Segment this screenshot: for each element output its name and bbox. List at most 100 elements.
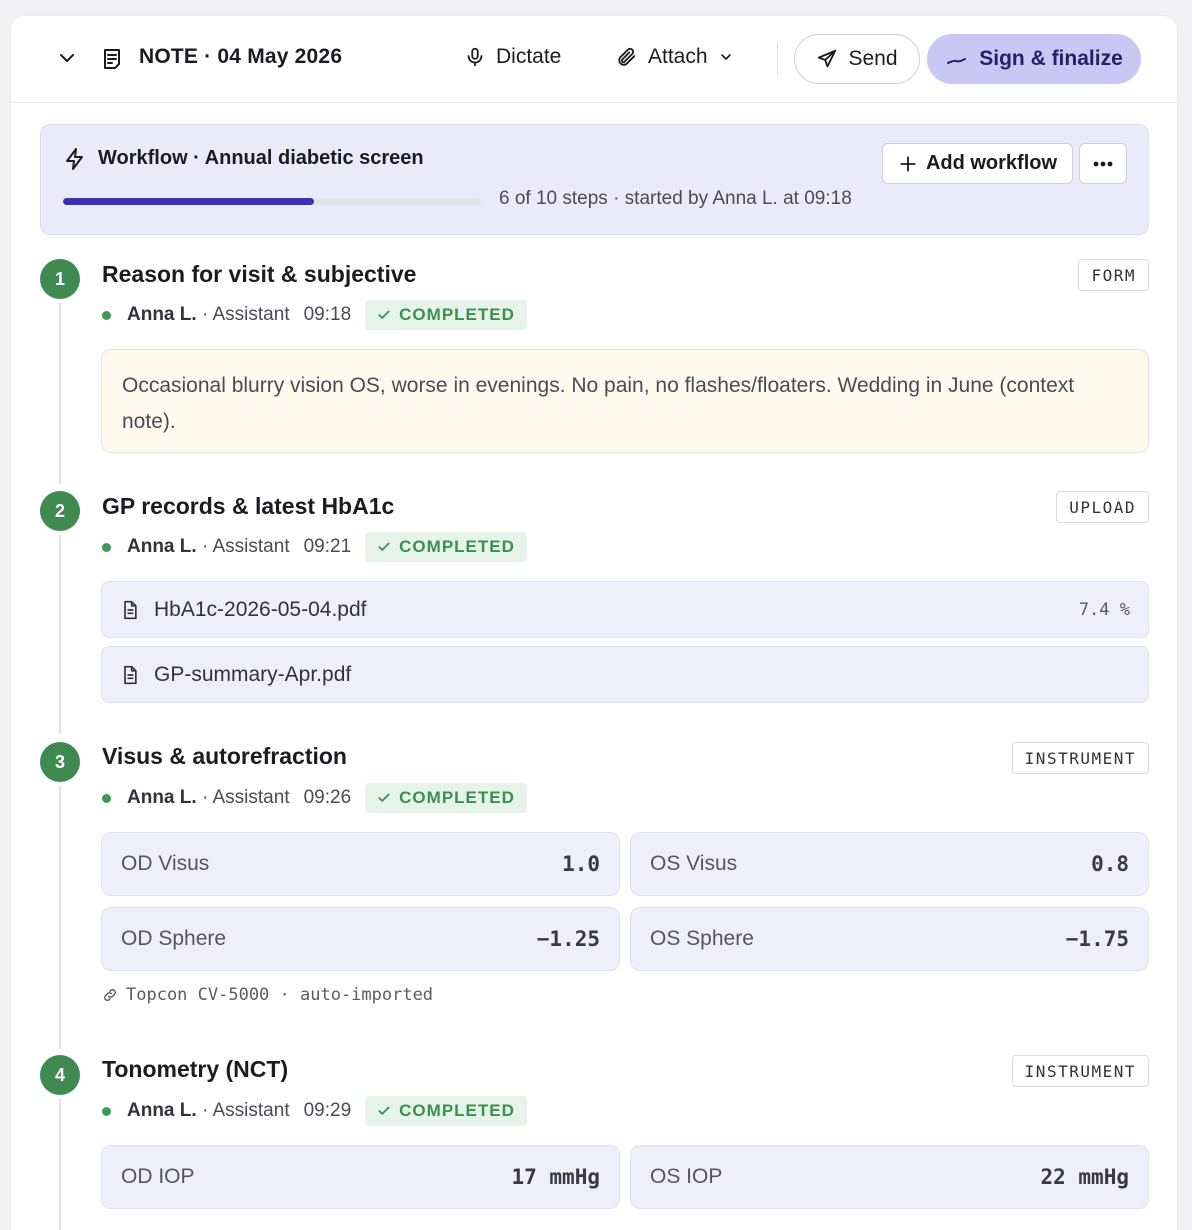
measurement-value: 0.8 — [1091, 852, 1129, 876]
timeline-connector — [59, 782, 61, 1049]
workflow-meta: 6 of 10 steps · started by Anna L. at 09… — [499, 188, 852, 209]
sign-finalize-button[interactable]: Sign & finalize — [927, 34, 1141, 84]
step-number: 1 — [40, 259, 80, 299]
signature-icon — [947, 58, 967, 64]
step-number: 2 — [40, 491, 80, 531]
file-name: HbA1c-2026-05-04.pdf — [154, 597, 367, 621]
measurement-label: OS Sphere — [650, 927, 754, 950]
step-author: Anna L. — [127, 536, 197, 557]
status-dot — [102, 542, 111, 552]
step-author: Anna L. — [127, 787, 197, 808]
link-icon — [104, 989, 116, 1001]
file-item[interactable]: GP-summary-Apr.pdf — [101, 646, 1149, 703]
chevron-down-icon — [720, 54, 731, 60]
step-title: Reason for visit & subjective — [102, 261, 417, 287]
more-options-button[interactable] — [1079, 143, 1127, 184]
step-title: Tonometry (NCT) — [102, 1056, 289, 1082]
status-dot — [102, 793, 111, 803]
send-button[interactable]: Send — [794, 34, 920, 84]
step-type-tag: FORM — [1078, 259, 1149, 291]
measurement-od-sphere[interactable]: OD Sphere −1.25 — [101, 907, 620, 971]
lightning-icon — [66, 148, 83, 170]
file-value: 7.4 % — [1078, 599, 1130, 620]
measurement-value: −1.75 — [1065, 927, 1129, 951]
document-icon — [124, 665, 137, 684]
add-workflow-button[interactable]: Add workflow — [882, 143, 1073, 184]
note-icon — [104, 49, 120, 69]
subjective-note[interactable]: Occasional blurry vision OS, worse in ev… — [101, 349, 1149, 453]
checkmark-icon — [378, 1106, 390, 1115]
status-badge: COMPLETED — [365, 1096, 527, 1126]
step-meta: Anna L. · Assistant 09:29 COMPLETED — [102, 1096, 527, 1126]
status-badge: COMPLETED — [365, 783, 527, 813]
file-item[interactable]: HbA1c-2026-05-04.pdf 7.4 % — [101, 581, 1149, 638]
timeline-connector — [59, 299, 61, 484]
timeline-connector — [59, 531, 61, 734]
add-workflow-label: Add workflow — [925, 152, 1058, 174]
step-role: · Assistant — [201, 536, 290, 557]
step-meta: Anna L. · Assistant 09:26 COMPLETED — [102, 783, 527, 813]
measurement-os-visus[interactable]: OS Visus 0.8 — [630, 832, 1149, 896]
measurement-label: OD Sphere — [121, 927, 227, 950]
status-dot — [102, 310, 111, 320]
step-time: 09:26 — [303, 787, 352, 808]
measurement-value: 17 mmHg — [511, 1165, 600, 1189]
measurement-od-visus[interactable]: OD Visus 1.0 — [101, 832, 620, 896]
step-role: · Assistant — [201, 1100, 290, 1121]
step-type-tag: UPLOAD — [1056, 491, 1149, 523]
ellipsis-icon — [1093, 161, 1113, 166]
step-meta: Anna L. · Assistant 09:18 COMPLETED — [102, 300, 527, 330]
measurement-label: OD IOP — [121, 1165, 195, 1188]
attach-button[interactable]: Attach — [616, 45, 734, 69]
timeline-connector — [59, 1095, 61, 1230]
checkmark-icon — [378, 542, 390, 551]
paperclip-icon — [618, 47, 636, 66]
step-author: Anna L. — [127, 304, 197, 325]
workflow-progress-fill — [63, 198, 314, 205]
dictate-button[interactable]: Dictate — [464, 45, 561, 69]
measurement-od-iop[interactable]: OD IOP 17 mmHg — [101, 1145, 620, 1209]
status-dot — [102, 1106, 111, 1116]
step-title: Visus & autorefraction — [102, 743, 347, 769]
measurement-label: OD Visus — [121, 852, 210, 875]
step-time: 09:18 — [303, 304, 352, 325]
checkmark-icon — [378, 793, 390, 802]
status-label: COMPLETED — [399, 788, 515, 807]
status-badge: COMPLETED — [365, 532, 527, 562]
dictate-label: Dictate — [496, 45, 562, 68]
step-meta: Anna L. · Assistant 09:21 COMPLETED — [102, 532, 527, 562]
step-type-tag: INSTRUMENT — [1011, 1055, 1149, 1087]
step-title: GP records & latest HbA1c — [102, 493, 395, 519]
step-role: · Assistant — [201, 304, 290, 325]
measurement-value: 22 mmHg — [1040, 1165, 1129, 1189]
note-header: NOTE · 04 May 2026 Dictate Attach Send S… — [11, 16, 1177, 103]
measurement-label: OS Visus — [650, 852, 738, 875]
measurement-value: 1.0 — [562, 852, 600, 876]
note-card: NOTE · 04 May 2026 Dictate Attach Send S… — [11, 16, 1177, 1230]
status-label: COMPLETED — [399, 537, 515, 556]
attach-label: Attach — [648, 45, 708, 68]
workflow-banner: Workflow · Annual diabetic screen 6 of 1… — [40, 124, 1149, 235]
sign-finalize-label: Sign & finalize — [979, 47, 1123, 70]
measurement-os-iop[interactable]: OS IOP 22 mmHg — [630, 1145, 1149, 1209]
step-author: Anna L. — [127, 1100, 197, 1121]
step-number: 3 — [40, 742, 80, 782]
measurement-label: OS IOP — [650, 1165, 723, 1188]
step-type-tag: INSTRUMENT — [1011, 742, 1149, 774]
measurement-os-sphere[interactable]: OS Sphere −1.75 — [630, 907, 1149, 971]
status-badge: COMPLETED — [365, 300, 527, 330]
document-icon — [124, 600, 137, 619]
measurement-value: −1.25 — [536, 927, 600, 951]
microphone-icon — [467, 47, 483, 67]
status-label: COMPLETED — [399, 305, 515, 324]
plus-icon — [900, 155, 916, 172]
instrument-source-label: Topcon CV-5000 · auto-imported — [126, 985, 434, 1005]
instrument-source: Topcon CV-5000 · auto-imported — [102, 985, 433, 1005]
step-time: 09:21 — [303, 536, 352, 557]
step-time: 09:29 — [303, 1100, 352, 1121]
chevron-down-icon[interactable] — [55, 46, 79, 70]
checkmark-icon — [378, 310, 390, 319]
header-divider — [777, 43, 778, 75]
note-title: NOTE · 04 May 2026 — [139, 45, 343, 68]
send-label: Send — [848, 47, 898, 70]
